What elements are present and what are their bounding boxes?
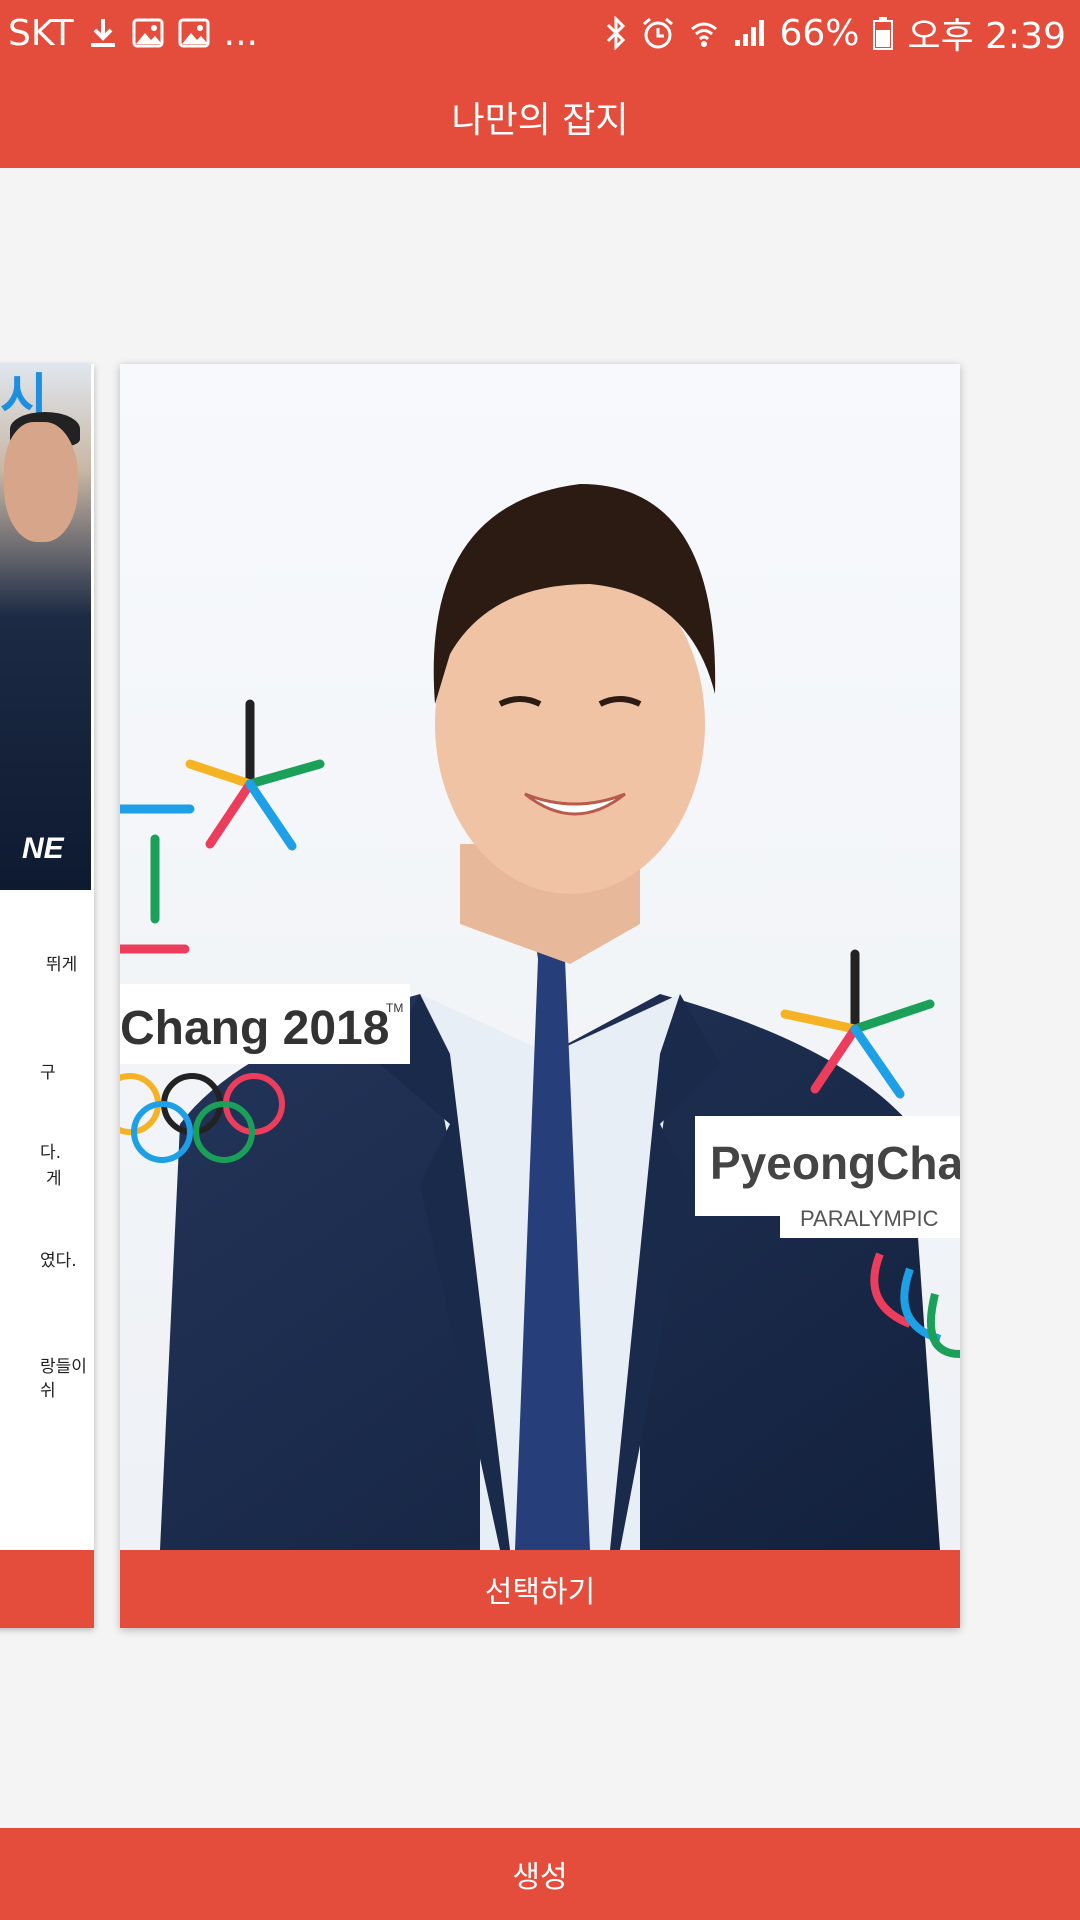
cover-text-right: PyeongCha — [710, 1137, 960, 1189]
text-line: 쉬 — [40, 1381, 56, 1401]
bluetooth-icon — [605, 16, 627, 50]
page-title: 나만의 잡지 — [451, 100, 629, 141]
wifi-icon — [689, 17, 719, 49]
magazine-cover-image: Chang 2018 TM PyeongCha PARALYMPIC — [120, 364, 960, 1550]
magazine-card-previous[interactable]: 시 NE 뛰게 구 다. 게 였다. 랑들이 쉬 — [0, 364, 94, 1628]
image-icon-2 — [178, 18, 210, 48]
text-line: 다. — [40, 1143, 62, 1163]
image-icon — [132, 18, 164, 48]
create-button[interactable]: 생성 — [0, 1828, 1080, 1920]
status-right: 66% 오후 2:39 — [605, 7, 1066, 59]
download-icon — [88, 17, 118, 49]
signal-icon — [733, 18, 765, 48]
text-line: 구 — [40, 1063, 56, 1083]
magazine-card[interactable]: Chang 2018 TM PyeongCha PARALYMPIC 선택하기 — [120, 364, 960, 1628]
more-notifications: ... — [223, 12, 258, 54]
battery-icon — [873, 16, 894, 50]
alarm-icon — [641, 16, 675, 50]
carrier-label: SKT — [8, 12, 74, 54]
text-line: 게 — [46, 1169, 62, 1189]
cover-photo-art: Chang 2018 TM PyeongCha PARALYMPIC — [120, 364, 960, 1550]
cover-logo-text: NE — [22, 832, 64, 865]
cover-text-tm: TM — [386, 1001, 403, 1015]
text-line: 였다. — [40, 1251, 77, 1271]
status-left: SKT ... — [8, 13, 258, 54]
battery-percent: 66% — [779, 12, 860, 54]
text-line: 뛰게 — [46, 955, 78, 975]
cover-text-right-sub: PARALYMPIC — [800, 1206, 939, 1231]
select-button[interactable]: 선택하기 — [120, 1550, 960, 1628]
create-button-label: 생성 — [512, 1860, 568, 1895]
select-button-previous[interactable] — [0, 1550, 94, 1628]
face-shape — [4, 422, 78, 542]
select-button-label: 선택하기 — [484, 1575, 596, 1610]
cover-text-left: Chang 2018 — [120, 1002, 389, 1055]
app-bar: 나만의 잡지 — [0, 66, 1080, 168]
magazine-cover-image: 시 NE — [0, 364, 91, 890]
status-bar: SKT ... 66% 오후 2:39 — [0, 0, 1080, 66]
clock: 오후 2:39 — [907, 16, 1066, 57]
text-line: 랑들이 — [40, 1357, 87, 1377]
magazine-carousel[interactable]: 시 NE 뛰게 구 다. 게 였다. 랑들이 쉬 Chang 2018 TM P… — [0, 168, 1080, 1828]
